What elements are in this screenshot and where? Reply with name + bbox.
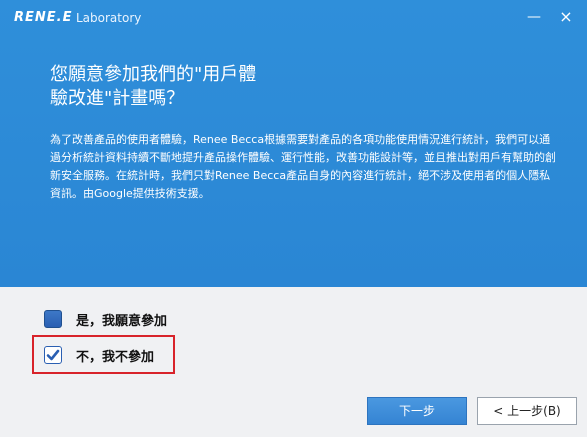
selection-highlight [32,335,175,374]
minimize-icon: — [527,9,541,25]
next-button[interactable]: 下一步 [367,397,467,425]
close-button[interactable]: × [555,6,577,28]
title-bar: RENE.E Laboratory — × [0,0,587,34]
yes-checkbox[interactable] [44,310,62,328]
brand-logo: RENE.E [14,10,73,25]
consent-dialog: RENE.E Laboratory — × 您願意參加我們的"用戶體 驗改進"計… [0,0,587,437]
header-panel: RENE.E Laboratory — × 您願意參加我們的"用戶體 驗改進"計… [0,0,587,287]
option-yes[interactable]: 是，我願意參加 [44,307,167,331]
close-icon: × [559,7,573,26]
minimize-button[interactable]: — [523,6,545,28]
option-yes-label: 是，我願意參加 [76,313,168,329]
dialog-description: 為了改善產品的使用者體驗，Renee Becca根據需要對產品的各項功能使用情況… [50,133,556,200]
dialog-heading: 您願意參加我們的"用戶體 驗改進"計畫嗎？ [50,64,257,109]
window-title: Laboratory [76,11,142,25]
back-button[interactable]: < 上一步(B) [477,397,577,425]
